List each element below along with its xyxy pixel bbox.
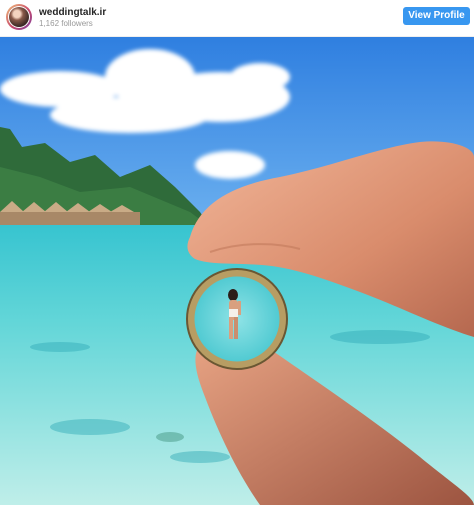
follower-count: 1,162 followers — [39, 19, 93, 28]
avatar[interactable] — [6, 4, 32, 30]
avatar-ring — [8, 6, 30, 28]
view-profile-button[interactable]: View Profile — [403, 7, 470, 25]
ring — [186, 268, 288, 370]
post-header: weddingtalk.ir 1,162 followers View Prof… — [0, 0, 474, 37]
post-photo — [0, 37, 474, 505]
avatar-image — [9, 7, 29, 27]
username[interactable]: weddingtalk.ir — [39, 7, 106, 18]
